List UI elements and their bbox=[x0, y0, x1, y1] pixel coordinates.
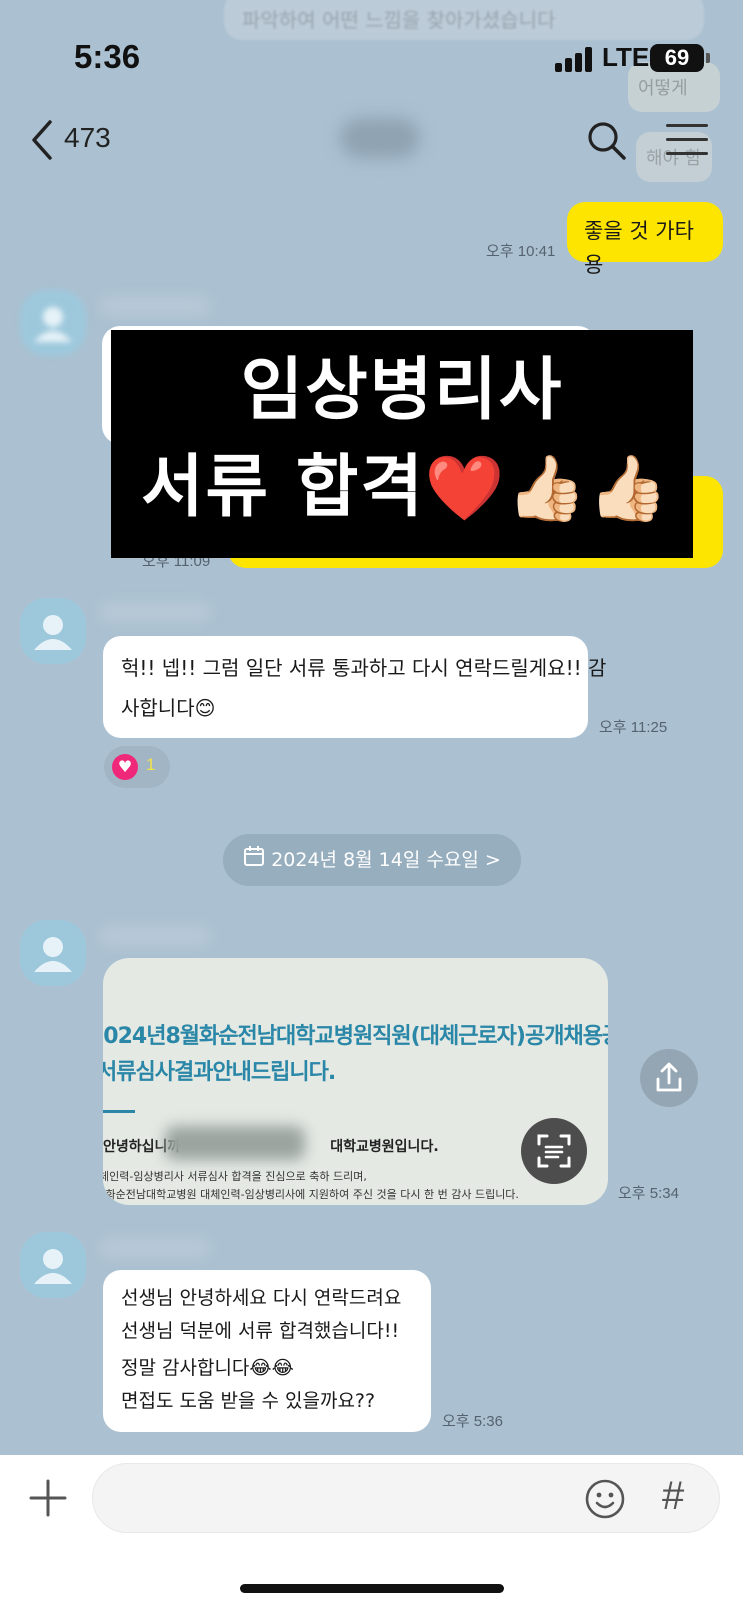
avatar[interactable] bbox=[20, 920, 86, 986]
search-icon[interactable] bbox=[586, 120, 628, 162]
other-message-bubble[interactable]: 헉!! 넵!! 그럼 일단 서류 통과하고 다시 연락드릴게요!! 감 사합니다… bbox=[103, 636, 607, 738]
share-icon[interactable] bbox=[640, 1049, 698, 1107]
sender-name bbox=[100, 1238, 210, 1258]
message-time: 오후 5:36 bbox=[442, 1413, 503, 1430]
home-indicator bbox=[240, 1584, 504, 1593]
message-time: 오후 10:41 bbox=[486, 243, 556, 260]
scan-text-icon[interactable] bbox=[521, 1118, 587, 1184]
reaction-badge[interactable]: ♥ 1 bbox=[104, 746, 170, 788]
status-time: 5:36 bbox=[74, 38, 141, 75]
message-line: 정말 감사합니다😂😂 bbox=[121, 1357, 294, 1379]
member-count: 473 bbox=[64, 122, 111, 153]
date-divider[interactable]: 2024년 8월 14일 수요일 > bbox=[223, 834, 521, 886]
sender-name bbox=[100, 296, 210, 316]
reaction-count: 1 bbox=[146, 755, 156, 774]
chat-room-title bbox=[340, 118, 420, 158]
sender-name bbox=[100, 926, 210, 946]
date-divider-label: 2024년 8월 14일 수요일 > bbox=[271, 849, 501, 871]
avatar[interactable] bbox=[20, 598, 86, 664]
message-line: 헉!! 넵!! 그럼 일단 서류 통과하고 다시 연락드릴게요!! 감 bbox=[121, 656, 607, 680]
banner-subtitle: 서류 합격❤️👍🏻👍🏻 bbox=[141, 440, 670, 537]
faded-message-top: 파악하여 어떤 느낌을 찾아가셨습니다 bbox=[224, 0, 704, 40]
sender-name bbox=[100, 602, 210, 622]
photo-message[interactable]: 2024년8월화순전남대학교병원직원(대체근로자)공개채용공고 서류심사결과안내… bbox=[103, 958, 608, 1205]
emoji-icon[interactable] bbox=[584, 1478, 626, 1520]
banner-title: 임상병리사 bbox=[240, 351, 564, 430]
my-message-bubble[interactable]: 좋을 것 가타용 bbox=[567, 202, 723, 277]
banner-emoji: ❤️👍🏻👍🏻 bbox=[424, 452, 670, 526]
photo-hospital: 대학교병원입니다. bbox=[330, 1139, 439, 1155]
network-type: LTE bbox=[602, 42, 650, 72]
overlay-banner: 임상병리사 서류 합격❤️👍🏻👍🏻 bbox=[111, 330, 693, 558]
battery-indicator: 69 bbox=[650, 44, 710, 72]
photo-text-line: 2024년8월화순전남대학교병원직원(대체근로자)공개채용공고 bbox=[103, 1024, 608, 1049]
plus-icon[interactable] bbox=[28, 1478, 68, 1518]
heart-icon: ♥ bbox=[112, 754, 138, 780]
photo-divider bbox=[103, 1110, 135, 1113]
back-arrow-icon[interactable] bbox=[28, 118, 58, 162]
banner-subtitle-text: 서류 합격 bbox=[141, 448, 425, 527]
photo-text-line: l 화순전남대학교병원 대체인력-임상병리사에 지원하여 주신 것을 다시 한 … bbox=[103, 1188, 519, 1201]
calendar-icon bbox=[243, 835, 265, 887]
menu-icon[interactable] bbox=[666, 124, 708, 158]
other-message-bubble[interactable]: 선생님 안녕하세요 다시 연락드려요 선생님 덕분에 서류 합격했습니다!! 정… bbox=[103, 1270, 431, 1432]
avatar[interactable] bbox=[20, 290, 86, 356]
message-time: 오후 5:34 bbox=[618, 1185, 679, 1202]
avatar[interactable] bbox=[20, 1232, 86, 1298]
hash-icon[interactable]: # bbox=[662, 1474, 684, 1519]
photo-text-line: 서류심사결과안내드립니다. bbox=[103, 1060, 336, 1085]
message-line: 사합니다😊 bbox=[121, 696, 216, 720]
message-line: 면접도 도움 받을 수 있을까요?? bbox=[121, 1390, 376, 1412]
redacted-area bbox=[165, 1126, 305, 1160]
signal-icon bbox=[555, 46, 595, 72]
message-line: 선생님 덕분에 서류 합격했습니다!! bbox=[121, 1320, 400, 1342]
photo-text-line: 체인력-임상병리사 서류심사 합격을 진심으로 축하 드리며, bbox=[103, 1170, 367, 1183]
message-line: 선생님 안녕하세요 다시 연락드려요 bbox=[121, 1287, 402, 1309]
message-time: 오후 11:25 bbox=[599, 719, 668, 736]
